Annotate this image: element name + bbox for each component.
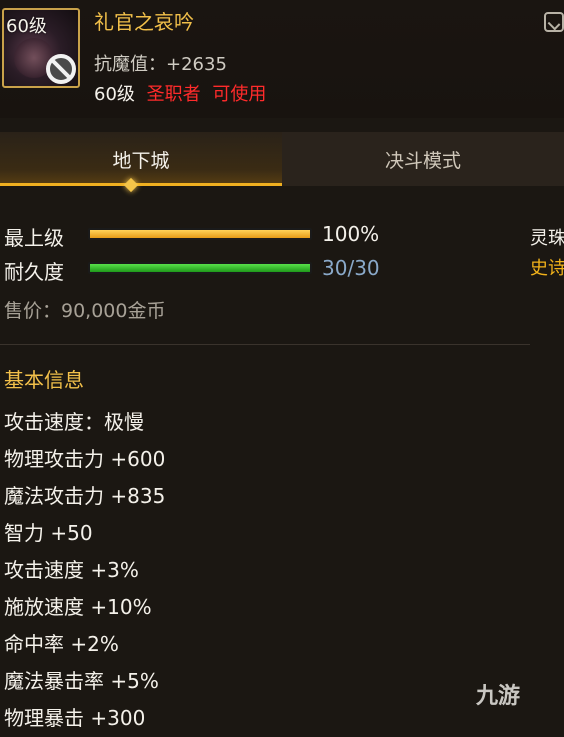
stat-line: 智力 +50 (4, 521, 93, 545)
stat-line: 施放速度 +10% (4, 595, 152, 619)
durability-label: 耐久度 (4, 260, 64, 284)
stat-line: 命中率 +2% (4, 632, 119, 656)
stat-list: 攻击速度：极慢 物理攻击力 +600 魔法攻击力 +835 智力 +50 攻击速… (4, 404, 165, 737)
tab-dungeon[interactable]: 地下城 (0, 132, 282, 186)
required-class: 圣职者 (146, 84, 201, 105)
grade-bar-fill (90, 230, 310, 238)
resist-value: 抗魔值：+2635 (94, 54, 227, 75)
item-header: 60级 礼官之哀吟 抗魔值：+2635 60级 圣职者 可使用 (0, 0, 564, 118)
stat-line: 魔法攻击力 +835 (4, 484, 166, 508)
stat-line: 攻击速度：极慢 (4, 410, 144, 434)
durability-value: 30/30 (322, 256, 380, 280)
stat-line: 魔法暴击率 +5% (4, 669, 159, 693)
divider (0, 344, 530, 345)
item-name: 礼官之哀吟 (94, 10, 194, 34)
stat-line: 物理暴击 +300 (4, 706, 146, 730)
sell-price: 售价：90,000金币 (4, 300, 166, 322)
no-use-icon (46, 54, 76, 84)
side-info-line-1: 灵珠 (530, 228, 564, 249)
check-icon[interactable] (544, 12, 564, 32)
item-icon-level: 60级 (6, 16, 47, 37)
required-level: 60级 (94, 84, 135, 105)
stat-line: 攻击速度 +3% (4, 558, 139, 582)
usable-status: 可使用 (212, 84, 267, 105)
grade-value: 100% (322, 222, 380, 246)
mode-tabs: 地下城 决斗模式 (0, 132, 564, 186)
basic-info-title: 基本信息 (4, 368, 84, 392)
watermark-logo: 九游 (476, 684, 521, 709)
grade-bar (88, 228, 312, 240)
side-info-line-2: 史诗 (530, 258, 564, 279)
durability-bar (88, 262, 312, 274)
grade-label: 最上级 (4, 226, 64, 250)
tab-pvp[interactable]: 决斗模式 (282, 132, 564, 186)
requirement-line: 60级 圣职者 可使用 (94, 80, 266, 106)
durability-bar-fill (90, 264, 310, 272)
stat-line: 物理攻击力 +600 (4, 447, 166, 471)
item-icon[interactable]: 60级 (2, 8, 80, 88)
